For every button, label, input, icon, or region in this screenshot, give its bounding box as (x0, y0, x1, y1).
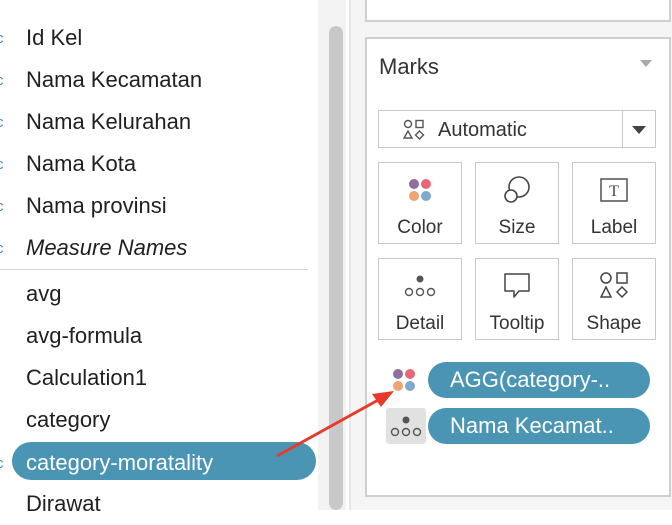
string-type-icon: c (0, 72, 8, 89)
color-button-label: Color (397, 217, 443, 238)
data-pane: c Id Kel c Nama Kecamatan c Nama Kelurah… (0, 0, 330, 516)
string-type-icon: c (0, 240, 8, 257)
tooltip-button[interactable]: Tooltip (475, 258, 559, 340)
field-label: category-moratality (26, 450, 214, 475)
svg-text:T: T (609, 183, 619, 200)
field-label: Nama Kota (26, 151, 137, 176)
field-label: category (26, 407, 111, 432)
label-button[interactable]: T Label (572, 162, 656, 244)
scrollbar-thumb[interactable] (329, 26, 343, 510)
field-nama-kota[interactable]: c Nama Kota (0, 143, 318, 185)
shape-button[interactable]: Shape (572, 258, 656, 340)
field-label: Nama Kecamatan (26, 67, 203, 92)
string-type-icon: c (0, 114, 8, 131)
field-avg[interactable]: avg (0, 273, 318, 315)
dimensions-measures-divider (0, 269, 308, 270)
detail-button[interactable]: Detail (378, 258, 462, 340)
string-type-icon: c (0, 455, 8, 472)
field-measure-names[interactable]: c Measure Names (0, 227, 318, 269)
field-label: Measure Names (26, 235, 188, 260)
field-dirawat[interactable]: Dirawat (0, 483, 318, 525)
detail-button-label: Detail (395, 313, 445, 334)
field-category-moratality[interactable]: c category-moratality (0, 442, 318, 484)
detail-encoding-icon[interactable] (386, 408, 426, 444)
chevron-down-icon[interactable] (632, 126, 646, 134)
field-label: avg-formula (26, 323, 143, 348)
color-button[interactable]: Color (378, 162, 462, 244)
detail-field-pill[interactable]: Nama Kecamat.. (428, 408, 650, 444)
field-label: Id Kel (26, 25, 83, 50)
field-nama-provinsi[interactable]: c Nama provinsi (0, 185, 318, 227)
dropdown-divider (622, 111, 623, 147)
field-label: Dirawat (26, 491, 101, 516)
field-category[interactable]: category (0, 399, 318, 441)
field-label: Nama Kelurahan (26, 109, 192, 134)
speech-bubble-icon (476, 269, 558, 303)
detail-dots-icon (379, 269, 461, 303)
string-type-icon: c (0, 156, 8, 173)
size-circles-icon (476, 173, 558, 207)
marks-card-menu-caret[interactable] (640, 60, 652, 67)
text-t-icon: T (573, 173, 655, 207)
string-type-icon: c (0, 198, 8, 215)
field-calculation1[interactable]: Calculation1 (0, 357, 318, 399)
tooltip-button-label: Tooltip (489, 313, 545, 334)
size-button[interactable]: Size (475, 162, 559, 244)
automatic-shapes-icon (402, 119, 425, 146)
mark-type-value: Automatic (438, 119, 527, 141)
color-dots-icon (379, 173, 461, 207)
label-button-label: Label (590, 217, 638, 238)
mark-type-dropdown[interactable]: Automatic (378, 110, 656, 148)
field-avg-formula[interactable]: avg-formula (0, 315, 318, 357)
pages-card (365, 0, 671, 22)
shapes-icon (573, 269, 655, 303)
size-button-label: Size (498, 217, 536, 238)
field-id-kel[interactable]: c Id Kel (0, 17, 318, 59)
field-nama-kelurahan[interactable]: c Nama Kelurahan (0, 101, 318, 143)
field-nama-kecamatan[interactable]: c Nama Kecamatan (0, 59, 318, 101)
color-field-pill[interactable]: AGG(category-.. (428, 362, 650, 398)
string-type-icon: c (0, 30, 8, 47)
field-label: avg (26, 281, 62, 306)
shape-button-label: Shape (586, 313, 642, 334)
marks-card-title: Marks (379, 54, 439, 79)
field-label: Calculation1 (26, 365, 148, 390)
field-label: Nama provinsi (26, 193, 167, 218)
color-encoding-icon[interactable] (389, 363, 419, 397)
